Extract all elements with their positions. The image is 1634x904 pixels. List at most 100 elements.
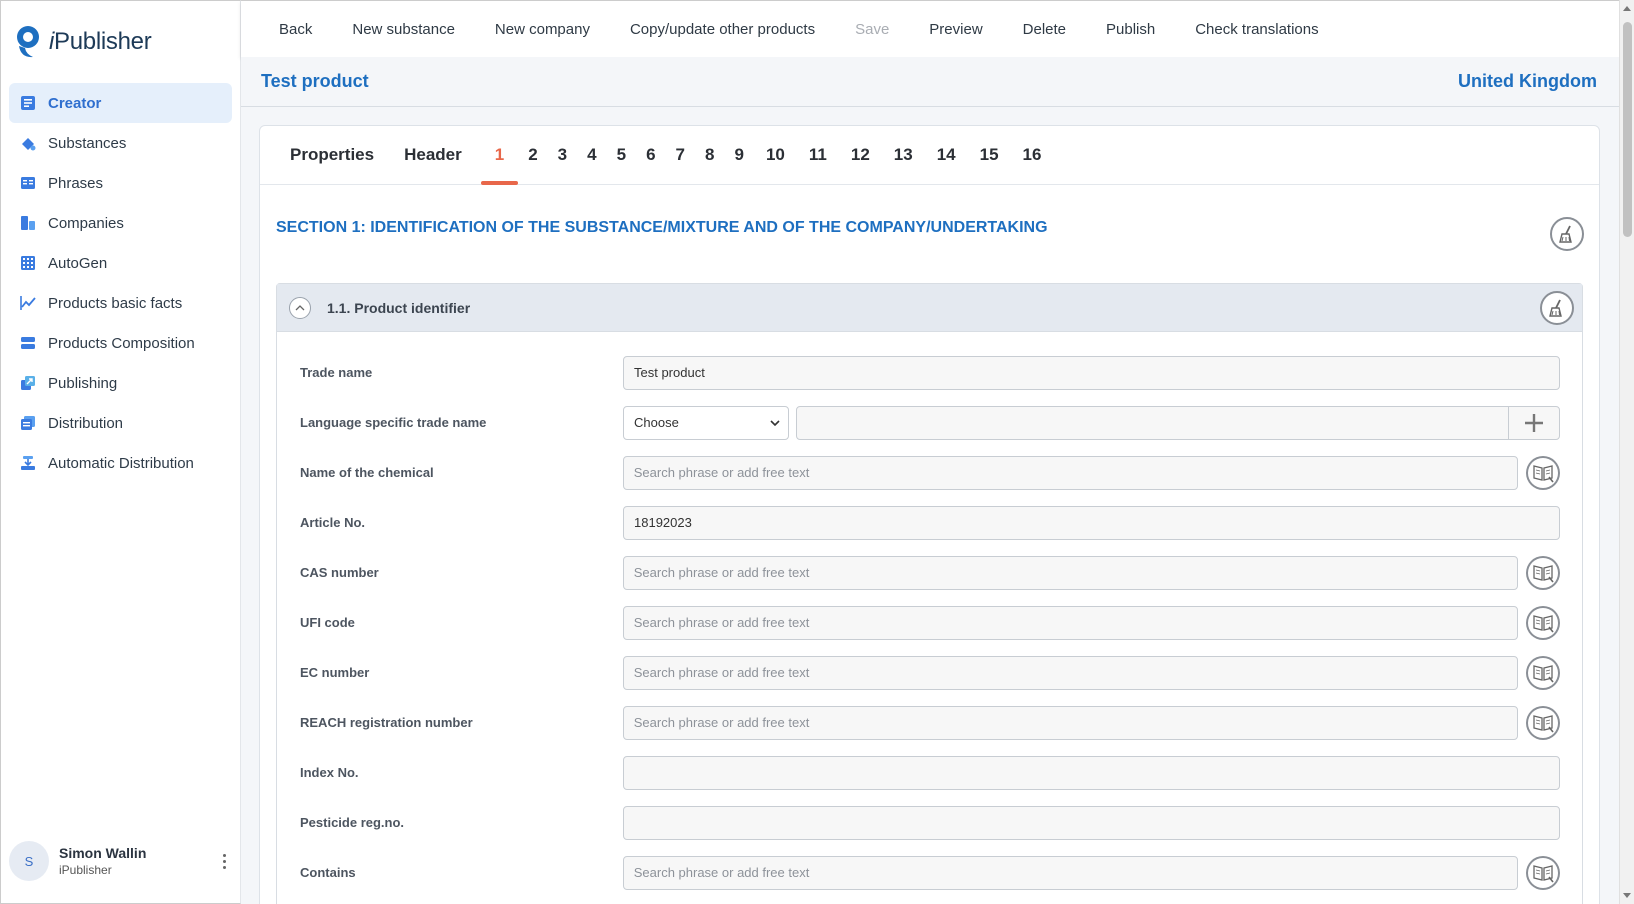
- chart-icon: [19, 294, 37, 312]
- phrase-library-button[interactable]: [1526, 655, 1560, 690]
- broom-icon: [1549, 299, 1562, 317]
- delete-button[interactable]: Delete: [1023, 21, 1066, 38]
- sidebar-item-products-composition[interactable]: Products Composition: [9, 323, 232, 363]
- phrase-library-button[interactable]: [1526, 855, 1560, 890]
- ufi-code-input[interactable]: [622, 605, 1519, 640]
- field-label: Name of the chemical: [300, 465, 434, 480]
- sidebar-item-label: Distribution: [48, 414, 124, 432]
- chevron-down-icon: [770, 419, 780, 426]
- field-label: Trade name: [300, 365, 373, 380]
- pesticide-reg-input[interactable]: [623, 805, 1560, 840]
- index-no-input[interactable]: [623, 755, 1560, 790]
- tab-header[interactable]: Header: [389, 125, 477, 184]
- tab-section-12[interactable]: 12: [839, 125, 882, 184]
- panel-header[interactable]: 1.1. Product identifier: [277, 284, 1582, 332]
- publish-button[interactable]: Publish: [1106, 21, 1155, 38]
- tab-section-15[interactable]: 15: [968, 125, 1011, 184]
- tab-section-14[interactable]: 14: [925, 125, 968, 184]
- tab-section-6[interactable]: 6: [636, 125, 665, 184]
- phrase-library-button[interactable]: [1526, 555, 1560, 590]
- sidebar-item-label: Products Composition: [48, 334, 195, 352]
- save-button[interactable]: Save: [855, 21, 889, 38]
- check-translations-button[interactable]: Check translations: [1195, 21, 1318, 38]
- sidebar-item-creator[interactable]: Creator: [9, 83, 232, 123]
- reach-number-input[interactable]: [622, 705, 1519, 740]
- new-company-button[interactable]: New company: [495, 21, 590, 38]
- copy-update-products-button[interactable]: Copy/update other products: [630, 21, 815, 38]
- new-substance-button[interactable]: New substance: [352, 21, 455, 38]
- chevron-up-icon[interactable]: [289, 296, 311, 319]
- preview-button[interactable]: Preview: [929, 21, 982, 38]
- country-label: United Kingdom: [1458, 71, 1597, 91]
- sidebar-item-companies[interactable]: Companies: [9, 203, 232, 243]
- back-button[interactable]: Back: [279, 21, 312, 38]
- more-options-icon[interactable]: [215, 846, 233, 876]
- tab-section-8[interactable]: 8: [695, 125, 724, 184]
- sidebar-item-publishing[interactable]: Publishing: [9, 363, 232, 403]
- scroll-down-arrow-icon[interactable]: [1623, 893, 1631, 898]
- phrase-library-button[interactable]: [1526, 455, 1560, 490]
- tab-section-10[interactable]: 10: [754, 125, 797, 184]
- phrase-book-icon: [1533, 464, 1554, 482]
- phrase-book-icon: [1533, 864, 1554, 882]
- field-label: UFI code: [300, 615, 355, 630]
- contains-input[interactable]: [622, 855, 1519, 890]
- broom-icon: [1559, 225, 1572, 243]
- section-title: SECTION 1: IDENTIFICATION OF THE SUBSTAN…: [276, 219, 1048, 236]
- distribution-icon: [19, 414, 37, 432]
- tab-section-13[interactable]: 13: [882, 125, 925, 184]
- field-row-article-no: Article No.: [300, 505, 1560, 540]
- product-identifier-panel: 1.1. Product identifier Trade name Langu…: [276, 283, 1583, 904]
- language-trade-name-input[interactable]: [797, 406, 1508, 441]
- sidebar-item-label: Creator: [48, 94, 102, 112]
- sidebar-item-distribution[interactable]: Distribution: [9, 403, 232, 443]
- phrase-library-button[interactable]: [1526, 605, 1560, 640]
- cas-number-input[interactable]: [622, 555, 1519, 590]
- tab-section-7[interactable]: 7: [666, 125, 695, 184]
- tab-section-4[interactable]: 4: [577, 125, 606, 184]
- sidebar-item-automatic-distribution[interactable]: Automatic Distribution: [9, 443, 232, 483]
- clear-panel-button[interactable]: [1540, 291, 1574, 325]
- language-select[interactable]: Choose: [623, 405, 789, 440]
- app-logo[interactable]: iPublisher: [1, 1, 240, 83]
- phrase-book-icon: [1533, 614, 1554, 632]
- field-label: REACH registration number: [300, 715, 473, 730]
- phrase-book-icon: [1533, 664, 1554, 682]
- page-scrollbar[interactable]: [1619, 0, 1634, 904]
- tab-section-5[interactable]: 5: [607, 125, 636, 184]
- scrollbar-thumb[interactable]: [1623, 22, 1632, 237]
- tab-section-3[interactable]: 3: [548, 125, 577, 184]
- tab-section-9[interactable]: 9: [724, 125, 753, 184]
- tab-section-11[interactable]: 11: [797, 125, 839, 184]
- sidebar-item-label: Products basic facts: [48, 294, 183, 312]
- user-name: Simon Wallin: [59, 845, 147, 861]
- sidebar-item-products-basic-facts[interactable]: Products basic facts: [9, 283, 232, 323]
- sidebar-item-label: Automatic Distribution: [48, 454, 194, 472]
- tab-section-16[interactable]: 16: [1011, 125, 1054, 184]
- sidebar-item-label: AutoGen: [48, 254, 108, 272]
- sidebar-nav: Creator Substances Phrases Companies Aut…: [1, 83, 240, 483]
- sidebar-item-label: Companies: [48, 214, 124, 232]
- sidebar-item-phrases[interactable]: Phrases: [9, 163, 232, 203]
- section-tabs: Properties Header 1 2 3 4 5 6 7 8 9 10 1…: [260, 126, 1599, 185]
- tab-properties[interactable]: Properties: [275, 125, 389, 184]
- add-language-trade-name-button[interactable]: [1508, 406, 1559, 439]
- clear-section-button[interactable]: [1550, 217, 1584, 251]
- article-no-input[interactable]: [623, 505, 1560, 540]
- user-profile[interactable]: S Simon Wallin iPublisher: [9, 839, 233, 883]
- ipublisher-logo-icon: [17, 26, 39, 58]
- tab-section-1[interactable]: 1: [480, 125, 519, 185]
- field-row-trade-name: Trade name: [300, 355, 1560, 390]
- scroll-up-arrow-icon[interactable]: [1623, 6, 1631, 11]
- field-label: Contains: [300, 865, 356, 880]
- ec-number-input[interactable]: [622, 655, 1519, 690]
- trade-name-input[interactable]: [623, 355, 1560, 390]
- name-of-chemical-input[interactable]: [622, 455, 1519, 490]
- phrase-library-button[interactable]: [1526, 705, 1560, 740]
- field-label: EC number: [300, 665, 370, 680]
- sidebar-item-substances[interactable]: Substances: [9, 123, 232, 163]
- phrase-book-icon: [1533, 564, 1554, 582]
- sidebar-item-autogen[interactable]: AutoGen: [9, 243, 232, 283]
- tab-section-2[interactable]: 2: [518, 125, 547, 184]
- product-title-bar: Test product United Kingdom: [241, 57, 1619, 107]
